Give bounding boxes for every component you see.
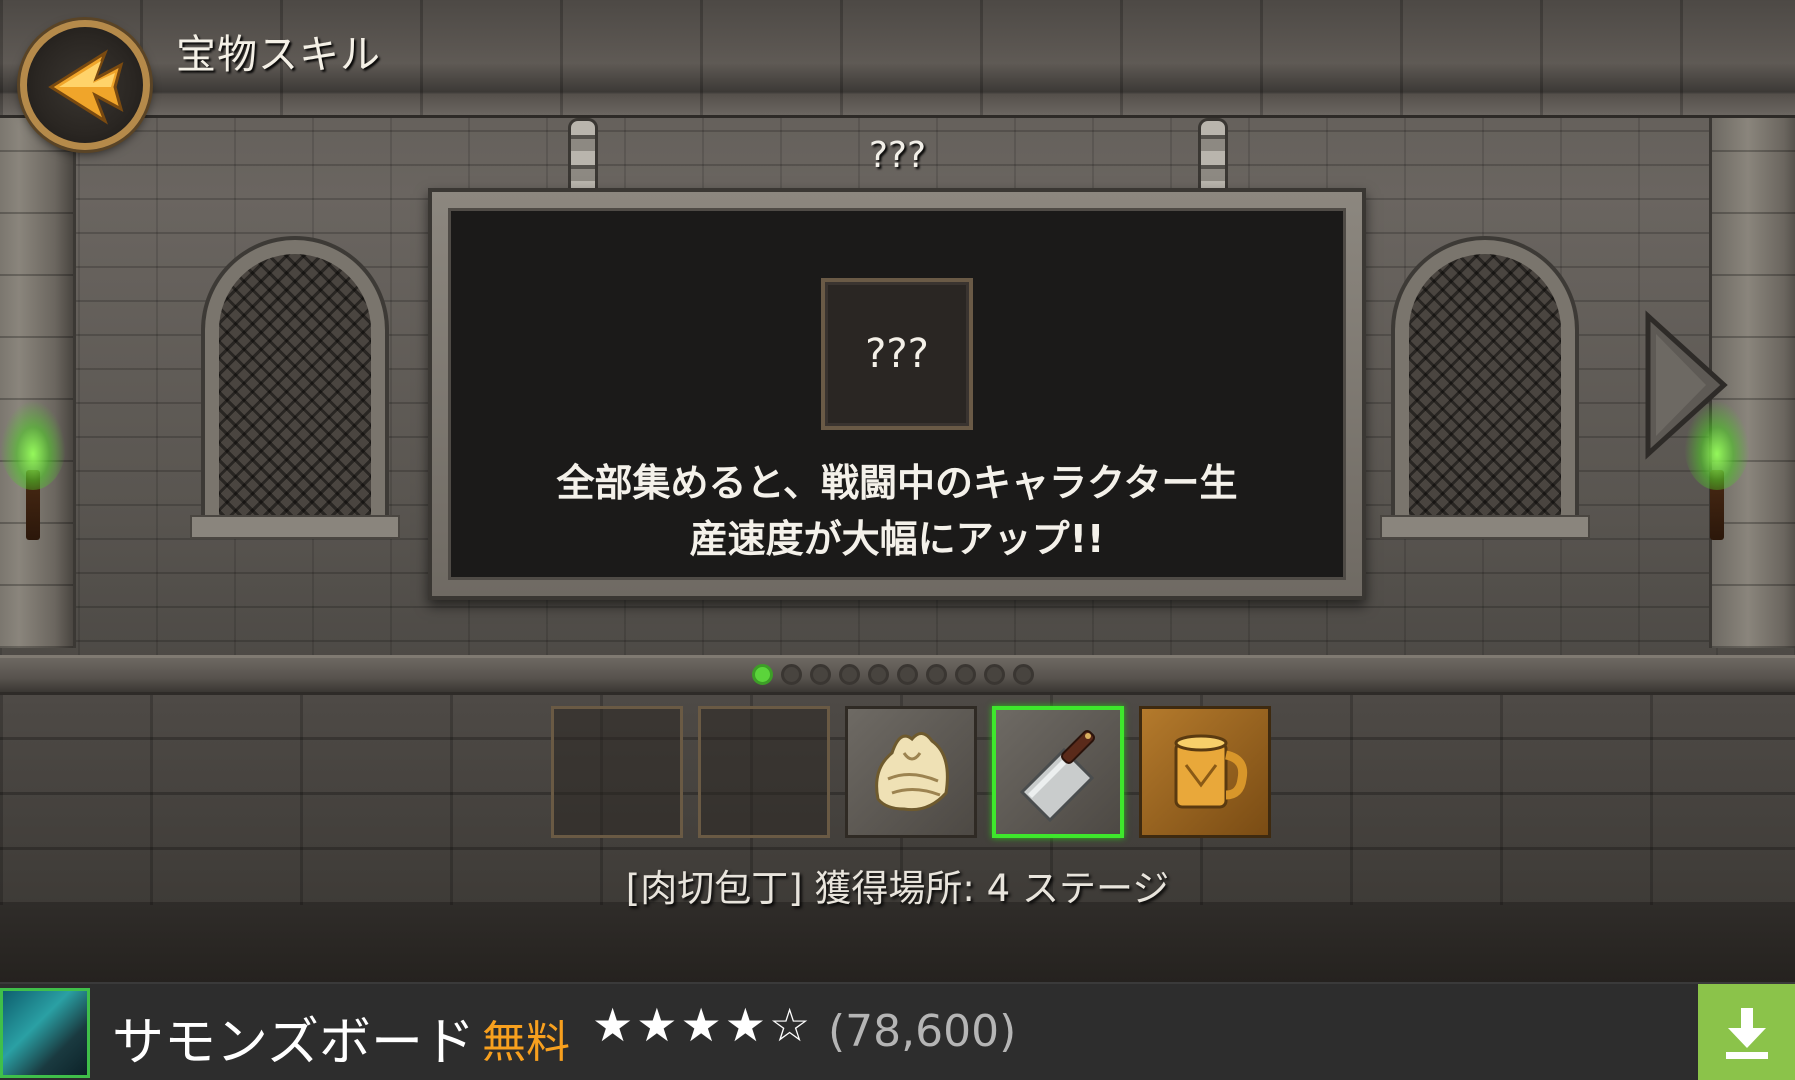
item-slot-5[interactable] — [1139, 706, 1271, 838]
page-dot-7[interactable] — [926, 664, 947, 685]
treasure-item-slots — [551, 706, 1271, 838]
mystery-skill-icon: ??? — [821, 278, 973, 430]
skill-info-panel: ??? 全部集めると、戦闘中のキャラクター生 産速度が大幅にアップ!! — [428, 188, 1366, 600]
back-button[interactable] — [20, 20, 150, 150]
star-rating-icon: ★★★★☆ — [592, 998, 814, 1052]
app-name[interactable]: サモンズボード — [112, 1000, 475, 1075]
left-pillar — [0, 118, 76, 648]
right-torch-icon — [1684, 400, 1750, 540]
item-acquisition-info: [肉切包丁] 獲得場所: 4 ステージ — [625, 867, 1170, 910]
page-dot-1[interactable] — [752, 664, 773, 685]
chevron-right-icon — [1645, 310, 1728, 460]
left-torch-icon — [0, 400, 66, 540]
download-button[interactable] — [1698, 984, 1795, 1080]
right-arched-window — [1395, 240, 1575, 530]
page-dot-9[interactable] — [984, 664, 1005, 685]
ad-banner[interactable]: サモンズボード 無料 ★★★★☆ (78,600) — [0, 982, 1795, 1080]
description-line-2: 産速度が大幅にアップ!! — [689, 517, 1105, 561]
description-line-1: 全部集めると、戦闘中のキャラクター生 — [556, 461, 1238, 505]
left-arched-window — [205, 240, 385, 530]
app-price: 無料 — [482, 1017, 570, 1068]
page-dot-6[interactable] — [897, 664, 918, 685]
right-window-sill — [1380, 515, 1590, 539]
download-icon — [1726, 1008, 1768, 1059]
page-dot-10[interactable] — [1013, 664, 1034, 685]
page-dot-3[interactable] — [810, 664, 831, 685]
item-slot-3[interactable] — [845, 706, 977, 838]
page-dot-4[interactable] — [839, 664, 860, 685]
screen-title: 宝物スキル — [176, 32, 381, 78]
game-scene: 宝物スキル ??? ??? 全部集めると、戦闘中のキャラクター生 産速度が大幅に… — [0, 0, 1795, 982]
item-slot-1[interactable] — [551, 706, 683, 838]
page-dot-2[interactable] — [781, 664, 802, 685]
cloth-bundle-icon — [875, 732, 949, 812]
page-dot-5[interactable] — [868, 664, 889, 685]
item-slot-4[interactable] — [992, 706, 1124, 838]
app-icon[interactable] — [0, 988, 90, 1078]
next-page-button[interactable] — [1640, 310, 1730, 460]
golden-mug-icon — [1174, 734, 1248, 809]
panel-inner: ??? 全部集めると、戦闘中のキャラクター生 産速度が大幅にアップ!! — [448, 208, 1346, 580]
floor — [0, 905, 1795, 982]
left-window-sill — [190, 515, 400, 539]
meat-cleaver-icon — [1019, 729, 1096, 823]
back-arrow-icon — [48, 49, 124, 125]
page-dot-8[interactable] — [955, 664, 976, 685]
panel-header: ??? — [868, 135, 927, 176]
page-indicator — [752, 664, 1034, 686]
item-slot-2[interactable] — [698, 706, 830, 838]
skill-description: 全部集めると、戦闘中のキャラクター生 産速度が大幅にアップ!! — [451, 455, 1343, 567]
review-count: (78,600) — [828, 1006, 1017, 1057]
